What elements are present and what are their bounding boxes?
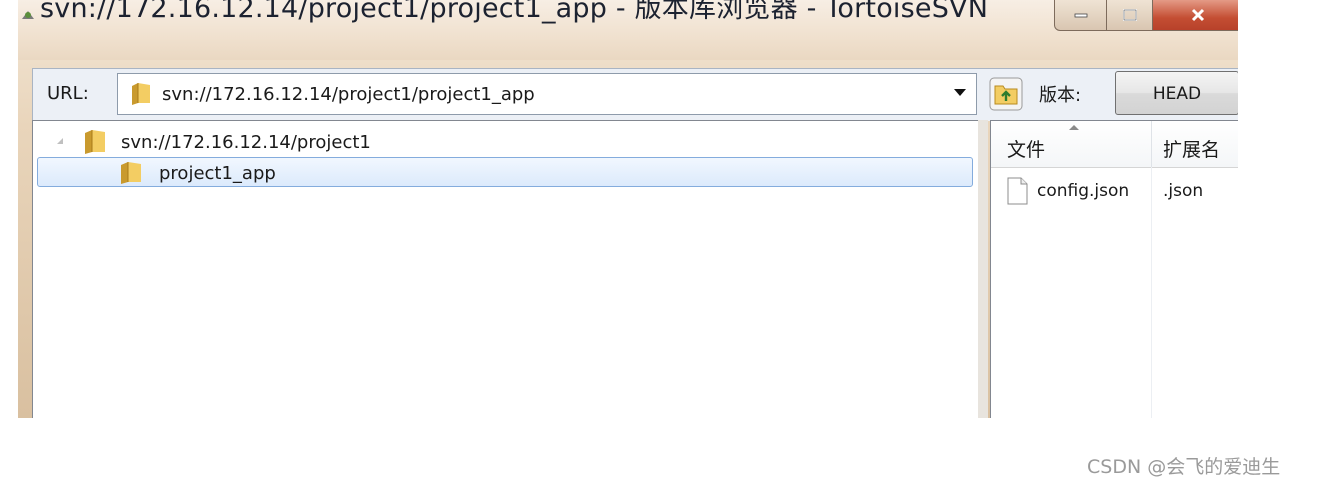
maximize-button[interactable] xyxy=(1106,0,1154,31)
chevron-down-icon[interactable] xyxy=(954,89,966,96)
sort-ascending-icon xyxy=(1069,125,1079,130)
tree-item-project1-app[interactable]: project1_app xyxy=(33,157,979,187)
revision-button[interactable]: HEAD xyxy=(1115,71,1238,115)
window-title: svn://172.16.12.14/project1/project1_app… xyxy=(40,0,989,24)
close-button[interactable] xyxy=(1152,0,1238,31)
list-item[interactable]: config.json .json xyxy=(991,175,1238,207)
file-list[interactable]: 文件 扩展名 config.json .json xyxy=(990,120,1238,418)
folder-tree[interactable]: svn://172.16.12.14/project1 project1_app xyxy=(32,120,980,418)
tortoisesvn-icon xyxy=(22,11,34,19)
url-toolbar: URL: svn://172.16.12.14/project1/project… xyxy=(32,68,1238,121)
repo-browser-window: svn://172.16.12.14/project1/project1_app… xyxy=(18,0,1238,418)
close-icon xyxy=(1191,8,1205,22)
title-bar[interactable]: svn://172.16.12.14/project1/project1_app… xyxy=(18,0,1238,60)
folder-icon xyxy=(121,162,141,184)
watermark: CSDN @会飞的爱迪生 xyxy=(1087,456,1281,478)
revision-label: 版本: xyxy=(1039,85,1082,106)
list-header: 文件 扩展名 xyxy=(991,121,1238,168)
tree-item-label: svn://172.16.12.14/project1 xyxy=(121,132,371,153)
tree-item-label: project1_app xyxy=(159,163,276,184)
folder-icon xyxy=(132,83,150,105)
expand-arrow-icon[interactable] xyxy=(57,138,63,144)
folder-icon xyxy=(85,130,105,154)
url-value: svn://172.16.12.14/project1/project1_app xyxy=(162,84,535,105)
column-header-file[interactable]: 文件 xyxy=(1007,135,1045,162)
window-controls xyxy=(1054,0,1238,32)
file-name: config.json xyxy=(1037,181,1130,201)
maximize-icon xyxy=(1123,9,1137,21)
pane-splitter[interactable] xyxy=(978,120,988,418)
url-label: URL: xyxy=(47,83,89,104)
column-divider[interactable] xyxy=(1151,121,1152,167)
file-extension: .json xyxy=(1163,181,1204,201)
minimize-button[interactable] xyxy=(1054,0,1108,31)
url-combobox[interactable]: svn://172.16.12.14/project1/project1_app xyxy=(117,73,977,115)
tree-item-root[interactable]: svn://172.16.12.14/project1 xyxy=(33,127,979,157)
minimize-icon xyxy=(1074,13,1088,18)
folder-up-icon[interactable] xyxy=(989,77,1023,111)
column-header-extension[interactable]: 扩展名 xyxy=(1163,135,1220,162)
file-icon xyxy=(1007,177,1028,205)
